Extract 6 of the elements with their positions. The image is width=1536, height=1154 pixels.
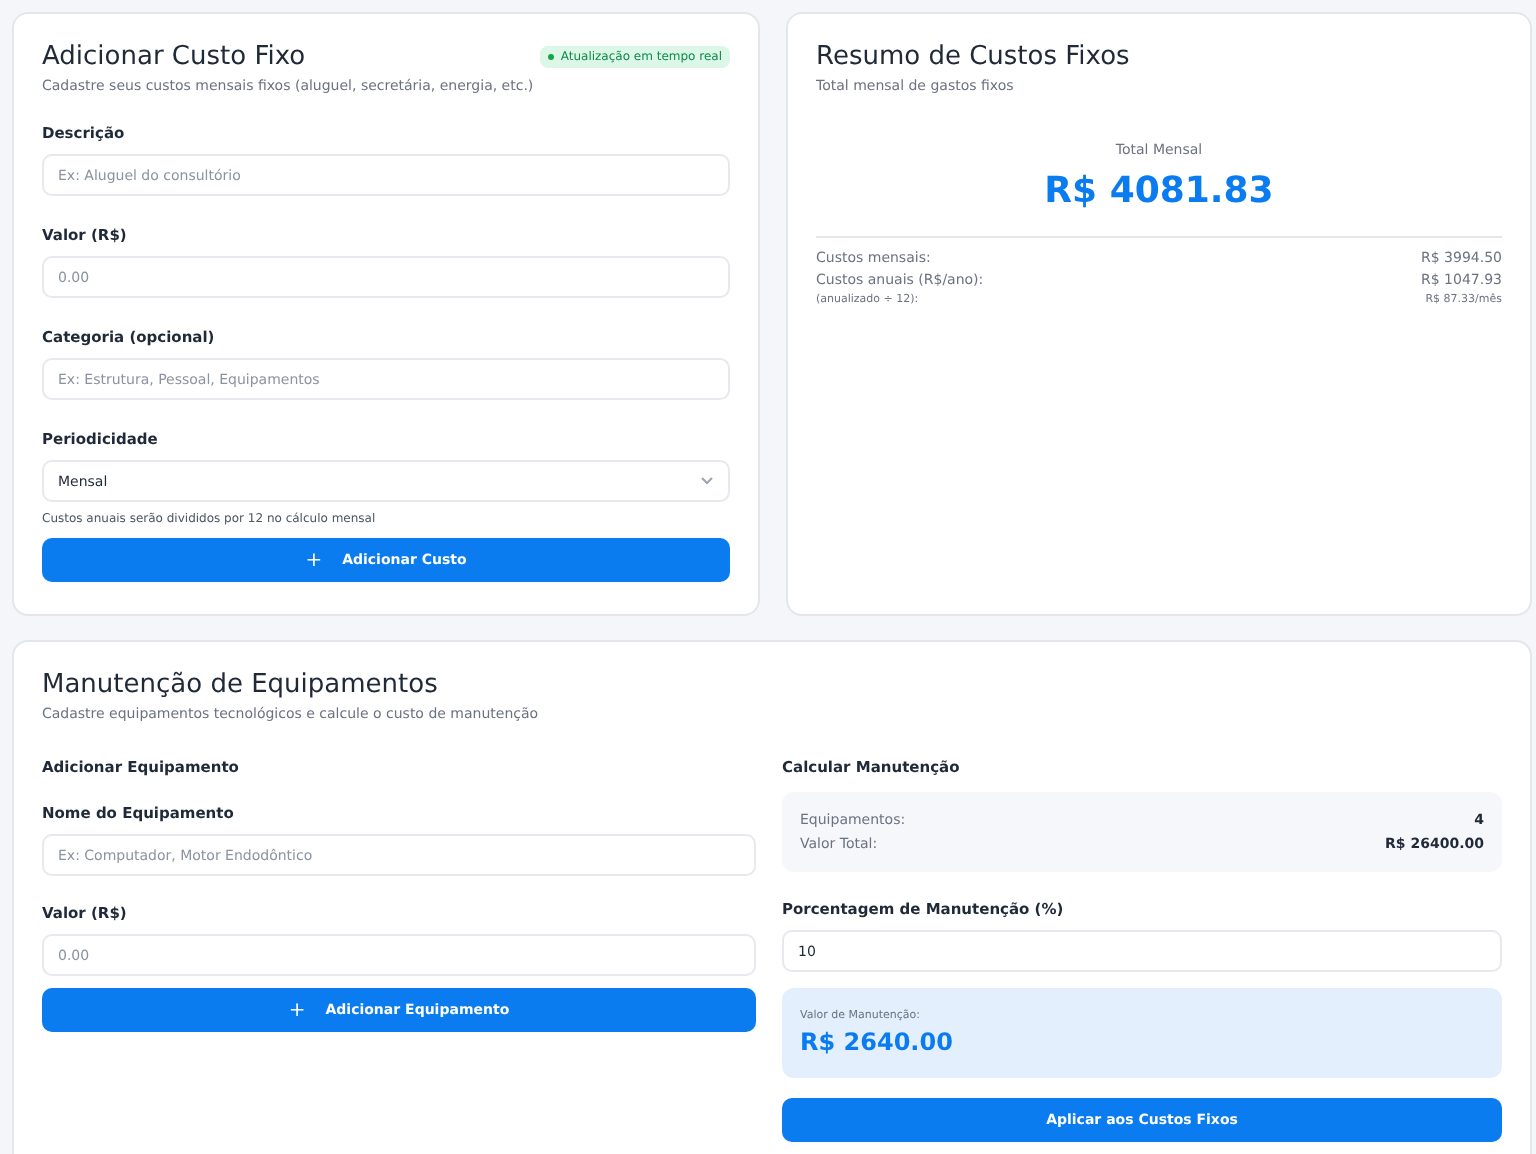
card-title: Adicionar Custo Fixo [42, 42, 306, 72]
chevron-down-icon [700, 476, 714, 486]
result-amount: R$ 2640.00 [800, 1028, 955, 1056]
total-amount: R$ 4081.83 [1042, 170, 1276, 212]
card-title: Manutenção de Equipamentos [42, 670, 440, 700]
card-title: Resumo de Custos Fixos [816, 42, 1132, 72]
